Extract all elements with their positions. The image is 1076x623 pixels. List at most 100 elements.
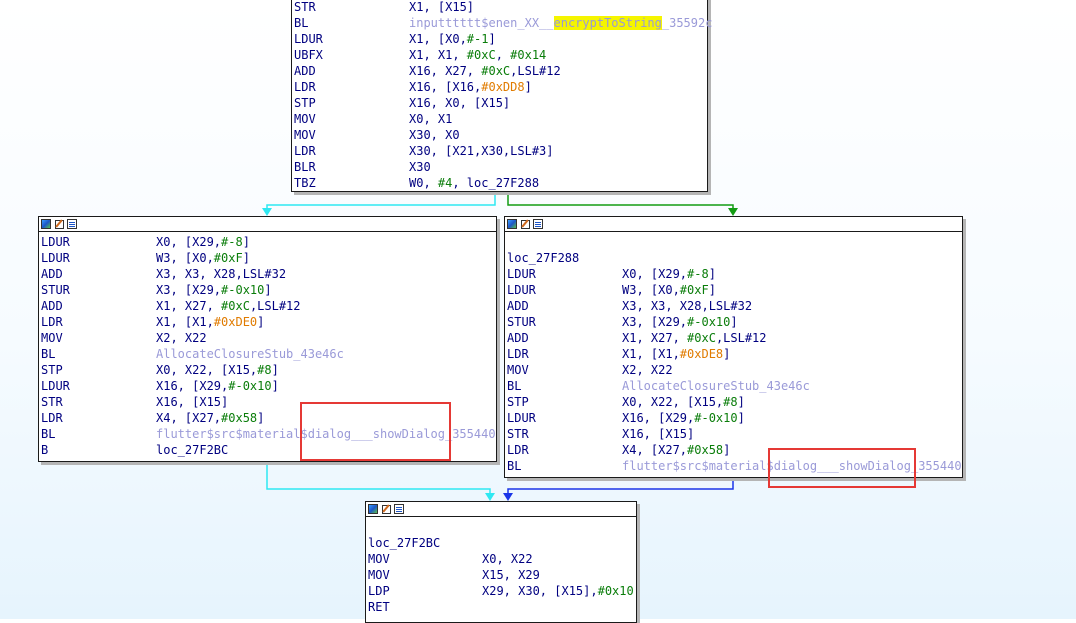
instruction-row[interactable]: STP X0, X22, [X15,#8] <box>507 394 960 410</box>
operand: X30, [X21,X30,LSL#3] <box>409 144 554 158</box>
mnemonic: ADD <box>41 299 63 313</box>
mnemonic: TBZ <box>294 176 316 190</box>
block-bottom-label[interactable]: loc_27F2BC <box>368 535 634 551</box>
symbol-reference[interactable]: AllocateClosureStub_43e46c <box>622 379 810 393</box>
symbol-reference[interactable]: encryptToString <box>553 16 662 30</box>
symbol-reference[interactable]: _35592c <box>662 16 713 30</box>
code-block-top[interactable]: STR X1, [X15] BL inputttttt$enen_XX__encryp… <box>291 0 712 192</box>
mnemonic: BL <box>507 459 522 473</box>
instruction-row[interactable]: UBFX X1, X1, #0xC, #0x14 <box>294 47 705 63</box>
instruction-row[interactable]: LDUR X0, [X29,#-8] <box>507 266 960 282</box>
instruction-row[interactable]: LDUR X16, [X29,#-0x10] <box>507 410 960 426</box>
mnemonic: STP <box>294 96 316 110</box>
mnemonic: ADD <box>41 267 63 281</box>
instruction-row[interactable]: ADD X3, X3, X28,LSL#32 <box>41 266 494 282</box>
operand: #8 <box>723 395 738 409</box>
instruction-row[interactable]: STP X16, X0, [X15] <box>294 95 705 111</box>
code-block-right[interactable]: loc_27F288 LDUR X0, [X29,#-8] LDUR W3, [X0,… <box>504 216 963 478</box>
operand: X3, X3, X28,LSL#32 <box>156 267 287 281</box>
instruction-row[interactable]: LDR X16, [X16,#0xDD8] <box>294 79 705 95</box>
instruction-row[interactable]: ADD X1, X27, #0xC,LSL#12 <box>507 330 960 346</box>
listing-icon[interactable] <box>394 504 404 514</box>
listing-icon[interactable] <box>67 219 77 229</box>
instruction-row[interactable]: BL inputttttt$enen_XX__encryptToString_35… <box>294 15 712 31</box>
instruction-row[interactable]: LDP X29, X30, [X15],#0x10 <box>368 583 634 599</box>
mnemonic: ADD <box>294 64 316 78</box>
annotation-box-left <box>300 402 451 461</box>
instruction-row[interactable]: LDR X30, [X21,X30,LSL#3] <box>294 143 705 159</box>
operand: W3, [X0, <box>156 251 214 265</box>
operand: , <box>495 48 511 62</box>
mnemonic: MOV <box>294 128 316 142</box>
instruction-row[interactable]: LDUR W3, [X0,#0xF] <box>507 282 960 298</box>
operand: #0x14 <box>510 48 547 62</box>
instruction-row[interactable]: MOV X2, X22 <box>507 362 960 378</box>
operand: #0xDD8 <box>481 80 525 94</box>
instruction-row[interactable]: STUR X3, [X29,#-0x10] <box>41 282 494 298</box>
instruction-row[interactable]: LDUR X16, [X29,#-0x10] <box>41 378 494 394</box>
instruction-row[interactable]: MOV X0, X22 <box>368 551 634 567</box>
operand: X16, [X29, <box>156 379 229 393</box>
block-right-label[interactable]: loc_27F288 <box>507 250 960 266</box>
instruction-row[interactable]: LDR X1, [X1,#0xDE8] <box>507 346 960 362</box>
operand: #0x58 <box>687 443 724 457</box>
mnemonic: STR <box>41 395 63 409</box>
instruction-row[interactable]: LDUR X1, [X0,#-1] <box>294 31 705 47</box>
operand: X0, [X29, <box>156 235 222 249</box>
operand: #0x10 <box>597 584 634 598</box>
instruction-row[interactable]: STR X16, [X15] <box>507 426 960 442</box>
graph-overview-icon[interactable] <box>41 219 51 229</box>
mnemonic: LDR <box>41 411 63 425</box>
instruction-row[interactable]: ADD X16, X27, #0xC,LSL#12 <box>294 63 705 79</box>
operand: #0xF <box>213 251 243 265</box>
instruction-row[interactable]: MOV X2, X22 <box>41 330 494 346</box>
operand: #8 <box>257 363 272 377</box>
operand: #-8 <box>687 267 709 281</box>
operand: X1, [X1, <box>156 315 214 329</box>
operand: X30, X0 <box>409 128 460 142</box>
instruction-row[interactable]: RET <box>368 599 634 615</box>
operand: ] <box>737 411 745 425</box>
instruction-row[interactable]: BL AllocateClosureStub_43e46c <box>41 346 494 362</box>
listing-icon[interactable] <box>533 219 543 229</box>
symbol-reference[interactable]: inputttttt$enen_XX__ <box>409 16 554 30</box>
instruction-row[interactable]: MOV X15, X29 <box>368 567 634 583</box>
instruction-row[interactable]: BL AllocateClosureStub_43e46c <box>507 378 960 394</box>
instruction-row[interactable]: MOV X30, X0 <box>294 127 705 143</box>
mnemonic: LDUR <box>507 283 536 297</box>
mnemonic: BLR <box>294 160 316 174</box>
instruction-row[interactable]: MOV X0, X1 <box>294 111 705 127</box>
operand: #-0x10 <box>694 411 738 425</box>
operand: X4, [X27, <box>156 411 222 425</box>
operand: ,LSL#12 <box>249 299 301 313</box>
operand: #0x58 <box>221 411 258 425</box>
graph-overview-icon[interactable] <box>507 219 517 229</box>
instruction-row[interactable]: STP X0, X22, [X15,#8] <box>41 362 494 378</box>
operand: X0, X22, [X15, <box>622 395 724 409</box>
edit-node-icon[interactable] <box>381 504 391 514</box>
edit-node-icon[interactable] <box>520 219 530 229</box>
operand: ] <box>708 267 716 281</box>
instruction-row[interactable]: ADD X3, X3, X28,LSL#32 <box>507 298 960 314</box>
operand: X16, [X15] <box>622 427 695 441</box>
graph-overview-icon[interactable] <box>368 504 378 514</box>
operand: W0, <box>409 176 438 190</box>
operand: X16, X27, <box>409 64 482 78</box>
instruction-row[interactable]: LDUR X0, [X29,#-8] <box>41 234 494 250</box>
instruction-row[interactable]: BLR X30 <box>294 159 705 175</box>
symbol-reference[interactable]: AllocateClosureStub_43e46c <box>156 347 344 361</box>
block-bottom-header <box>366 502 636 517</box>
instruction-row[interactable]: ADD X1, X27, #0xC,LSL#12 <box>41 298 494 314</box>
code-block-bottom[interactable]: loc_27F2BC MOV X0, X22 MOV X15, X29 LDP X29, … <box>365 501 637 623</box>
operand: #0xDE8 <box>679 347 724 361</box>
instruction-row[interactable]: LDR X1, [X1,#0xDE0] <box>41 314 494 330</box>
instruction-row[interactable]: TBZ W0, #4, loc_27F288 <box>294 175 705 191</box>
instruction-row[interactable]: STR X1, [X15] <box>294 0 705 15</box>
operand: ,LSL#12 <box>715 331 767 345</box>
edit-node-icon[interactable] <box>54 219 64 229</box>
mnemonic: BL <box>41 347 56 361</box>
mnemonic: LDR <box>41 315 63 329</box>
operand: X2, X22 <box>622 363 673 377</box>
instruction-row[interactable]: LDUR W3, [X0,#0xF] <box>41 250 494 266</box>
instruction-row[interactable]: STUR X3, [X29,#-0x10] <box>507 314 960 330</box>
